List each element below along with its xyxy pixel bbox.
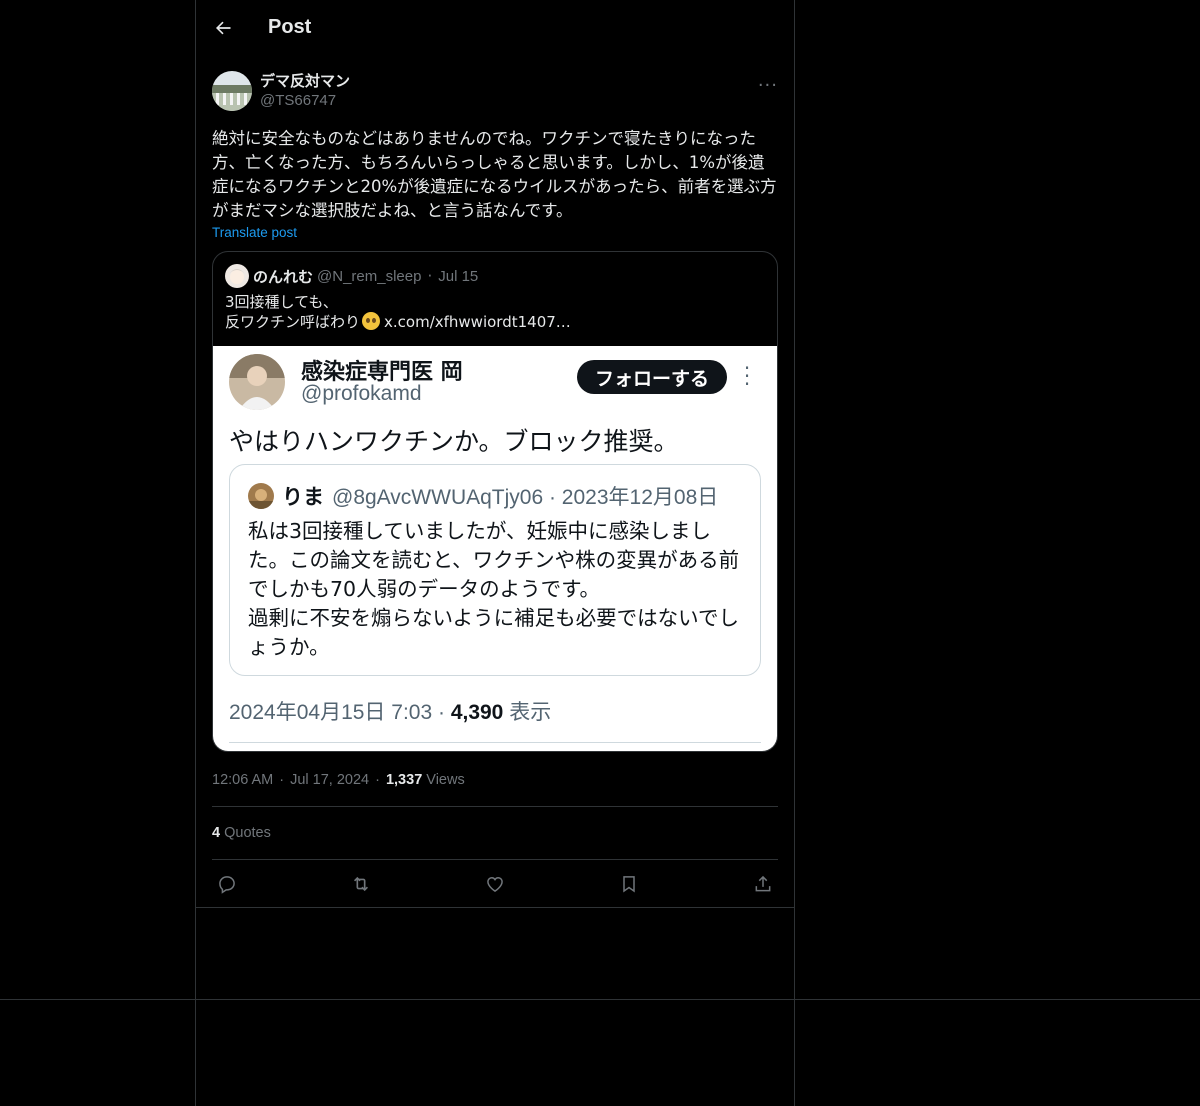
screenshot-inner-quote: りま @8gAvcWWUAqTjy06 · 2023年12月08日 私は3回接種… (229, 464, 761, 676)
screenshot-avatar (229, 354, 285, 410)
action-bar (196, 860, 794, 908)
screenshot-handle: @profokamd (301, 382, 422, 405)
screenshot-inner-meta: @8gAvcWWUAqTjy06 · 2023年12月08日 (332, 486, 719, 509)
post-meta: 12:06 AM · Jul 17, 2024 · 1,337 Views (196, 752, 794, 806)
quoted-link[interactable]: x.com/xfhwwiordt1407… (384, 313, 571, 331)
quoted-avatar[interactable] (225, 264, 249, 288)
quotes-count: 4 (212, 825, 221, 841)
bookmark-icon[interactable] (618, 873, 640, 895)
screenshot-footer-views: 4,390 (450, 701, 504, 724)
avatar[interactable] (212, 71, 252, 111)
separator-dot: · (279, 772, 285, 788)
views-count: 1,337 (385, 772, 423, 788)
screenshot-footer-label: 表示 (503, 701, 552, 724)
quoted-date[interactable]: Jul 15 (438, 268, 478, 285)
screenshot-inner-text: 私は3回接種していましたが、妊娠中に感染しました。この論文を読むと、ワクチンや株… (248, 519, 740, 659)
separator-dot: · (375, 772, 380, 788)
quoted-handle[interactable]: @N_rem_sleep (317, 268, 421, 285)
screenshot-divider (229, 742, 761, 743)
page-title: Post (268, 16, 312, 38)
author-row: デマ反対マン @TS66747 ··· (196, 65, 794, 117)
post-time[interactable]: 12:06 AM (212, 772, 273, 788)
author-handle[interactable]: @TS66747 (260, 91, 350, 111)
embedded-screenshot-image[interactable]: 感染症専門医 岡 @profokamd フォローする · · · やはりハンワクチン… (213, 346, 777, 751)
quoted-name[interactable]: のんれむ (253, 266, 313, 287)
screenshot-kebab-icon: · · · (743, 356, 751, 396)
column-border-right (794, 0, 795, 1106)
quoted-text: 3回接種しても、 反ワクチン呼ばわり x.com/xfhwwiordt1407… (213, 288, 777, 332)
screenshot-main-text: やはりハンワクチンか。ブロック推奨。 (229, 427, 679, 456)
quotes-label: Quotes (224, 825, 271, 841)
translate-post-link[interactable]: Translate post (196, 225, 794, 240)
screenshot-inner-avatar (248, 483, 274, 509)
views-label: Views (426, 772, 465, 788)
author-name[interactable]: デマ反対マン (260, 71, 350, 91)
share-icon[interactable] (752, 873, 774, 895)
pleading-face-icon (362, 312, 381, 330)
back-arrow-icon[interactable] (212, 17, 234, 39)
separator-dot: · (427, 267, 433, 285)
quoted-line-2: 反ワクチン呼ばわり (225, 313, 361, 331)
retweet-icon[interactable] (350, 873, 372, 895)
quoted-line-1: 3回接種しても、 (225, 293, 338, 311)
reply-icon[interactable] (216, 873, 238, 895)
post-column: Post デマ反対マン @TS66747 ··· 絶対に安全なものなどはありませ… (196, 0, 794, 908)
quotes-row[interactable]: 4 Quotes (196, 807, 794, 859)
screenshot-inner-name: りま (282, 485, 324, 509)
screenshot-footer-date: 2024年04月15日 7:03 · (229, 701, 451, 724)
page-divider (0, 999, 1200, 1000)
post-text: 絶対に安全なものなどはありませんのでね。ワクチンで寝たきりになった方、亡くなった… (212, 129, 777, 220)
post-date[interactable]: Jul 17, 2024 (290, 772, 369, 788)
header: Post (196, 0, 794, 55)
more-icon[interactable]: ··· (758, 75, 778, 96)
quoted-post[interactable]: のんれむ @N_rem_sleep · Jul 15 3回接種しても、 反ワクチ… (212, 251, 778, 752)
screenshot-footer: 2024年04月15日 7:03 · 4,390 表示 (229, 696, 551, 726)
screenshot-follow-button: フォローする (577, 360, 727, 394)
like-icon[interactable] (484, 873, 506, 895)
